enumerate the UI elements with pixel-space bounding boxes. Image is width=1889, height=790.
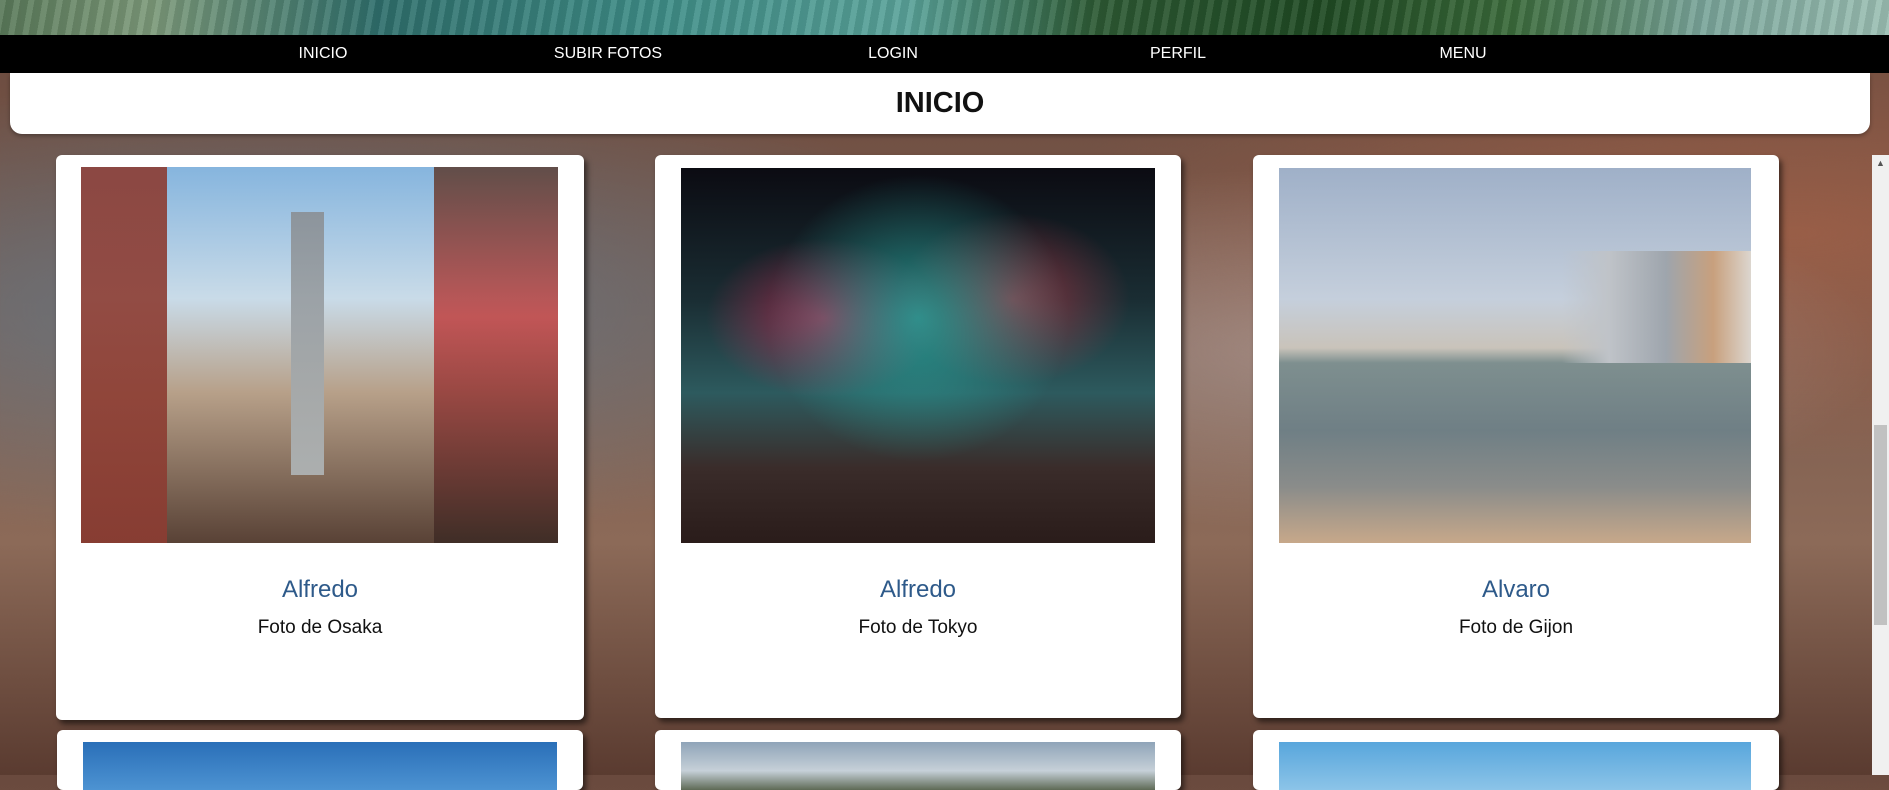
tokyo-night-photo[interactable] — [681, 168, 1155, 543]
nav-perfil[interactable]: PERFIL — [1150, 35, 1206, 73]
card-author[interactable]: Alfredo — [655, 576, 1181, 604]
gijon-beach-photo[interactable] — [1279, 168, 1751, 543]
card-author[interactable]: Alvaro — [1253, 576, 1779, 604]
photo-card[interactable]: Alfredo Foto de Tokyo — [655, 155, 1181, 718]
vertical-scrollbar[interactable]: ▲ — [1872, 155, 1889, 775]
header-background-photo — [0, 0, 1889, 36]
photo-card[interactable] — [1253, 730, 1779, 790]
nav-inicio[interactable]: INICIO — [299, 35, 348, 73]
photo-card[interactable]: Alfredo Foto de Osaka — [56, 155, 584, 720]
card-photo[interactable] — [83, 742, 557, 790]
card-author[interactable]: Alfredo — [56, 576, 584, 604]
card-caption: Foto de Gijon — [1458, 617, 1574, 638]
top-navbar: INICIO SUBIR FOTOS LOGIN PERFIL MENU — [0, 35, 1889, 73]
page-title-box: INICIO — [10, 73, 1870, 134]
photo-card[interactable] — [57, 730, 583, 790]
photo-card[interactable] — [655, 730, 1181, 790]
card-caption: Foto de Osaka — [257, 617, 383, 638]
nav-login[interactable]: LOGIN — [868, 35, 918, 73]
photo-card[interactable]: Alvaro Foto de Gijon — [1253, 155, 1779, 718]
card-photo[interactable] — [681, 742, 1155, 790]
card-caption: Foto de Tokyo — [858, 617, 978, 638]
osaka-street-photo[interactable] — [81, 167, 558, 543]
page-title: INICIO — [895, 87, 985, 119]
scrollbar-thumb[interactable] — [1874, 425, 1887, 625]
card-photo[interactable] — [1279, 742, 1751, 790]
nav-subir-fotos[interactable]: SUBIR FOTOS — [554, 35, 662, 73]
nav-menu[interactable]: MENU — [1439, 35, 1486, 73]
scroll-up-arrow-icon[interactable]: ▲ — [1872, 155, 1889, 172]
